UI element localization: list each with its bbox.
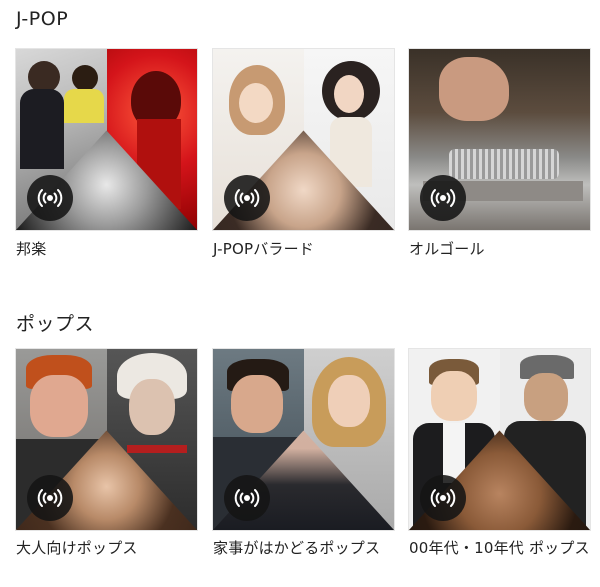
radio-broadcast-icon [430, 489, 456, 507]
play-radio-button[interactable] [224, 475, 270, 521]
playlist-tile-2000s-2010s-pops[interactable] [409, 349, 590, 530]
radio-broadcast-icon [234, 189, 260, 207]
playlist-title[interactable]: J-POPバラード [213, 238, 398, 260]
playlist-title[interactable]: オルゴール [409, 238, 594, 260]
playlist-title[interactable]: 00年代・10年代 ポップス [409, 537, 594, 559]
play-radio-button[interactable] [420, 475, 466, 521]
radio-broadcast-icon [37, 489, 63, 507]
playlist-tile-adult-pops[interactable] [16, 349, 197, 530]
radio-broadcast-icon [430, 189, 456, 207]
playlist-tile-housework-pops[interactable] [213, 349, 394, 530]
playlist-title[interactable]: 家事がはかどるポップス [213, 537, 398, 559]
play-radio-button[interactable] [224, 175, 270, 221]
playlist-title[interactable]: 大人向けポップス [16, 537, 201, 559]
play-radio-button[interactable] [27, 475, 73, 521]
playlist-title[interactable]: 邦楽 [16, 238, 201, 260]
radio-broadcast-icon [37, 189, 63, 207]
section-title-jpop: J-POP [16, 8, 69, 30]
playlist-tile-jpop-ballad[interactable] [213, 49, 394, 230]
play-radio-button[interactable] [27, 175, 73, 221]
playlist-tile-music-box[interactable] [409, 49, 590, 230]
radio-broadcast-icon [234, 489, 260, 507]
playlist-tile-hogaku[interactable] [16, 49, 197, 230]
play-radio-button[interactable] [420, 175, 466, 221]
section-title-pops: ポップス [16, 313, 95, 335]
